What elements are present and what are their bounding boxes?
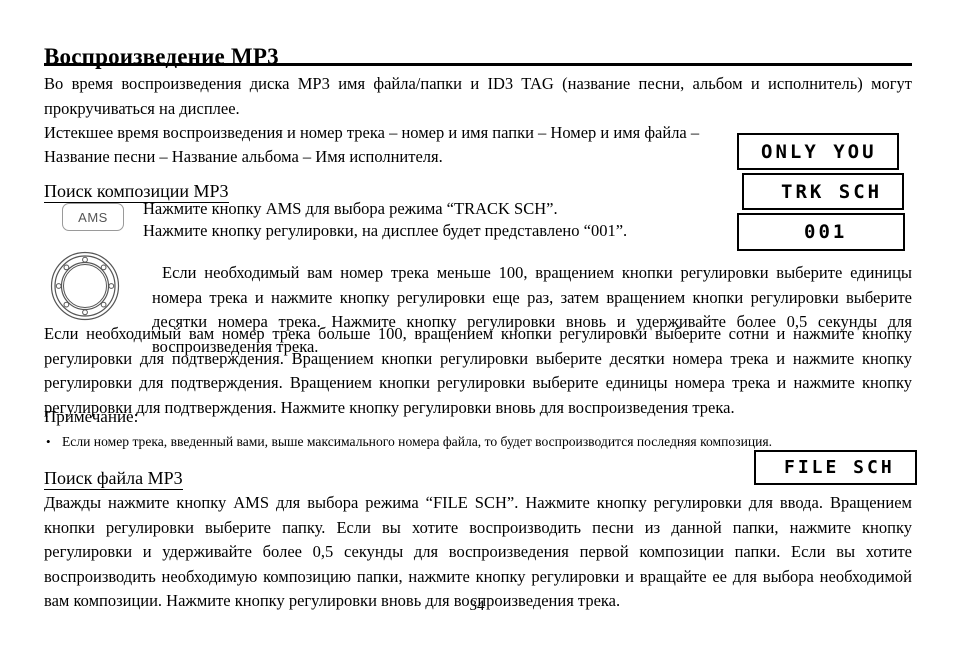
track-number-display: 001 xyxy=(737,213,905,251)
song-title-display: ONLY YOU xyxy=(737,133,899,170)
intro-paragraph-2-line-1: Истекшее время воспроизведения и номер т… xyxy=(44,123,700,142)
note-bullet-item: • Если номер трека, введенный вами, выше… xyxy=(46,432,912,451)
intro-paragraph-2-line-2: Название песни – Название альбома – Имя … xyxy=(44,147,443,166)
file-search-mode-display: FILE SCH xyxy=(754,450,917,485)
intro-paragraph-1: Во время воспроизведения диска MP3 имя ф… xyxy=(44,74,912,118)
page-title: Воспроизведение MP3 xyxy=(44,44,279,70)
section-heading-file-search: Поиск файла MP3 xyxy=(44,467,183,490)
rotary-knob-icon xyxy=(50,251,120,321)
note-bullet-text: Если номер трека, введенный вами, выше м… xyxy=(62,434,773,449)
title-divider xyxy=(44,63,912,66)
track-search-mode-display-text: TRK SCH xyxy=(781,180,883,203)
bullet-icon: • xyxy=(46,434,51,449)
manual-page: Воспроизведение MP3 Во время воспроизвед… xyxy=(0,0,954,649)
file-search-mode-display-text: FILE SCH xyxy=(784,457,895,478)
rotary-knob-svg xyxy=(50,251,120,321)
section-heading-file-search-label: Поиск файла MP3 xyxy=(44,468,183,490)
track-search-over-100-paragraph: Если необходимый вам номер трека больше … xyxy=(44,324,912,417)
song-title-display-text: ONLY YOU xyxy=(761,140,877,163)
track-number-display-text: 001 xyxy=(804,221,848,243)
ams-button[interactable]: AMS xyxy=(62,203,124,231)
track-search-mode-display: TRK SCH xyxy=(742,173,904,210)
ams-button-label: AMS xyxy=(78,209,108,225)
track-search-step-2: Нажмите кнопку регулировки, на дисплее б… xyxy=(143,221,628,240)
note-label: Примечание: xyxy=(44,407,139,426)
track-search-step-1: Нажмите кнопку AMS для выбора режима “TR… xyxy=(143,199,558,218)
page-number: 34 xyxy=(469,598,485,614)
file-search-paragraph: Дважды нажмите кнопку AMS для выбора реж… xyxy=(44,493,912,610)
